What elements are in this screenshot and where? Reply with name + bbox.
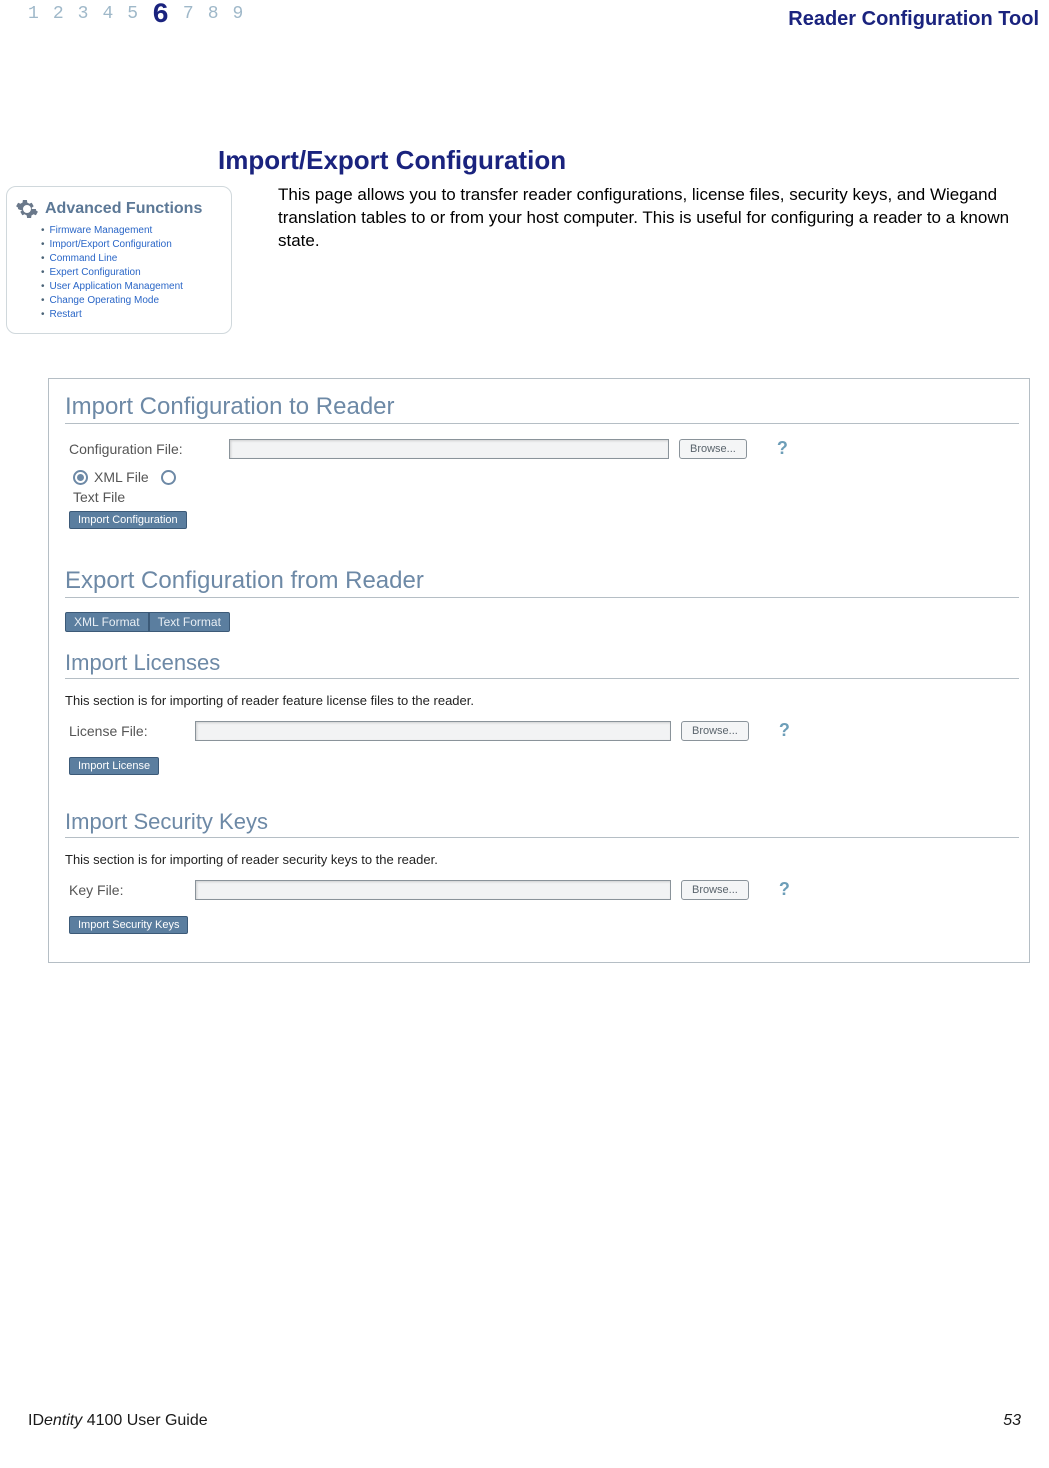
chapter-numbers: 1 2 3 4 5 6 7 8 9 — [28, 4, 243, 35]
text-file-radio[interactable] — [161, 470, 176, 485]
import-license-button[interactable]: Import License — [69, 757, 159, 775]
text-format-button[interactable]: Text Format — [149, 612, 230, 632]
chapter-5[interactable]: 5 — [127, 4, 138, 35]
footer-id: ID — [28, 1412, 44, 1429]
import-keys-button[interactable]: Import Security Keys — [69, 916, 188, 934]
key-browse-button[interactable]: Browse... — [681, 880, 749, 900]
footer-rest: 4100 User Guide — [82, 1412, 207, 1429]
gear-icon — [15, 197, 39, 221]
text-file-label: Text File — [73, 489, 1019, 505]
xml-file-radio[interactable] — [73, 470, 88, 485]
page-footer: IDentity 4100 User Guide 53 — [28, 1412, 1021, 1430]
sidebar-item-change-mode[interactable]: Change Operating Mode — [41, 295, 223, 306]
chapter-3[interactable]: 3 — [78, 4, 89, 35]
chapter-7[interactable]: 7 — [183, 4, 194, 35]
license-browse-button[interactable]: Browse... — [681, 721, 749, 741]
header-title: Reader Configuration Tool — [788, 4, 1039, 31]
help-icon[interactable]: ? — [779, 720, 790, 741]
import-keys-desc: This section is for importing of reader … — [65, 852, 1019, 867]
advanced-functions-sidebar: Advanced Functions Firmware Management I… — [6, 186, 232, 334]
export-config-heading: Export Configuration from Reader — [65, 567, 1019, 598]
footer-guide: IDentity 4100 User Guide — [28, 1412, 208, 1430]
key-file-input[interactable] — [195, 880, 671, 900]
sidebar-item-user-app[interactable]: User Application Management — [41, 281, 223, 292]
sidebar-item-command-line[interactable]: Command Line — [41, 253, 223, 264]
help-icon[interactable]: ? — [777, 438, 788, 459]
license-file-label: License File: — [69, 723, 185, 739]
sidebar-item-firmware[interactable]: Firmware Management — [41, 225, 223, 236]
config-file-input[interactable] — [229, 439, 669, 459]
chapter-8[interactable]: 8 — [208, 4, 219, 35]
key-file-label: Key File: — [69, 882, 185, 898]
config-panel: Import Configuration to Reader Configura… — [48, 378, 1030, 963]
chapter-1[interactable]: 1 — [28, 4, 39, 35]
sidebar-item-expert-config[interactable]: Expert Configuration — [41, 267, 223, 278]
chapter-2[interactable]: 2 — [53, 4, 64, 35]
intro-text: This page allows you to transfer reader … — [278, 184, 1019, 253]
section-title: Import/Export Configuration — [218, 145, 1049, 176]
config-browse-button[interactable]: Browse... — [679, 439, 747, 459]
config-file-label: Configuration File: — [69, 441, 219, 457]
xml-format-button[interactable]: XML Format — [65, 612, 149, 632]
footer-entity: entity — [44, 1412, 82, 1429]
chapter-6-active[interactable]: 6 — [152, 0, 169, 31]
import-config-heading: Import Configuration to Reader — [65, 393, 1019, 424]
import-licenses-desc: This section is for importing of reader … — [65, 693, 1019, 708]
help-icon[interactable]: ? — [779, 879, 790, 900]
sidebar-title: Advanced Functions — [45, 200, 202, 218]
xml-file-label: XML File — [94, 469, 149, 485]
chapter-9[interactable]: 9 — [233, 4, 244, 35]
import-keys-heading: Import Security Keys — [65, 809, 1019, 838]
chapter-4[interactable]: 4 — [102, 4, 113, 35]
page-header: 1 2 3 4 5 6 7 8 9 Reader Configuration T… — [0, 0, 1049, 35]
footer-page: 53 — [1003, 1412, 1021, 1430]
sidebar-item-import-export[interactable]: Import/Export Configuration — [41, 239, 223, 250]
import-config-button[interactable]: Import Configuration — [69, 511, 187, 529]
license-file-input[interactable] — [195, 721, 671, 741]
sidebar-item-restart[interactable]: Restart — [41, 309, 223, 320]
import-licenses-heading: Import Licenses — [65, 650, 1019, 679]
